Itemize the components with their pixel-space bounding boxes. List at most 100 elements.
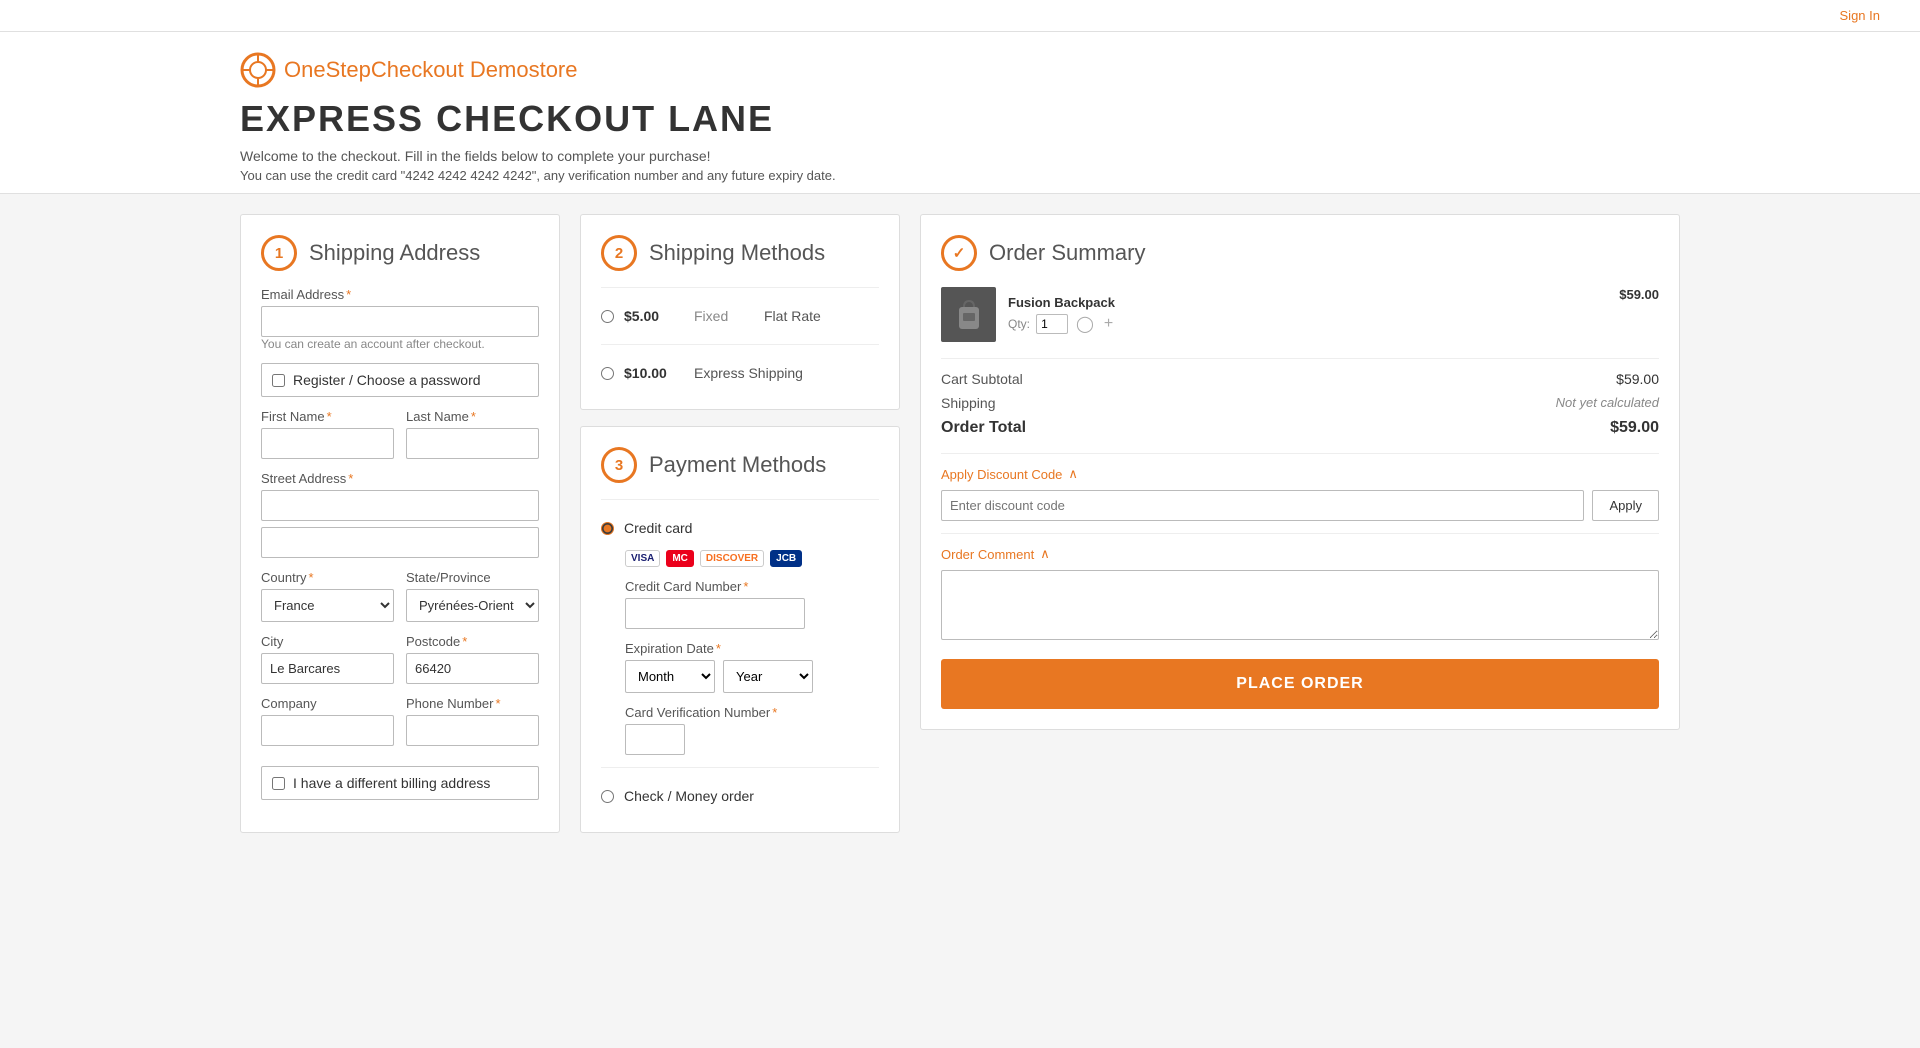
payment-radio-cc[interactable] xyxy=(601,522,614,535)
cvv-input[interactable] xyxy=(625,724,685,755)
payment-radio-check[interactable] xyxy=(601,790,614,803)
first-name-group: First Name* xyxy=(261,409,394,459)
shipping-address-card: 1 Shipping Address Email Address* You ca… xyxy=(240,214,560,833)
last-name-label: Last Name* xyxy=(406,409,539,424)
country-select[interactable]: France xyxy=(261,589,394,622)
place-order-button[interactable]: PLACE ORDER xyxy=(941,659,1659,709)
jcb-logo: JCB xyxy=(770,550,802,567)
cart-subtotal-label: Cart Subtotal xyxy=(941,371,1023,387)
register-checkbox-row[interactable]: Register / Choose a password xyxy=(261,363,539,397)
product-qty-row: Qty: ◯ + xyxy=(1008,314,1607,334)
shipping-address-title: Shipping Address xyxy=(309,240,480,266)
logo-icon xyxy=(240,52,276,88)
cart-subtotal-value: $59.00 xyxy=(1616,371,1659,387)
methods-column: 2 Shipping Methods $5.00 Fixed Flat Rate… xyxy=(580,214,900,849)
page-title: EXPRESS CHECKOUT LANE xyxy=(240,98,1680,140)
page-note: You can use the credit card "4242 4242 4… xyxy=(240,168,1680,183)
city-postcode-row: City Postcode* xyxy=(261,634,539,696)
qty-input[interactable] xyxy=(1036,314,1068,334)
city-group: City xyxy=(261,634,394,684)
shipping-option-flat[interactable]: $5.00 Fixed Flat Rate xyxy=(601,300,879,332)
product-image xyxy=(941,287,996,342)
product-row: Fusion Backpack Qty: ◯ + $59.00 xyxy=(941,287,1659,342)
postcode-label: Postcode* xyxy=(406,634,539,649)
order-total-label: Order Total xyxy=(941,419,1026,437)
month-select[interactable]: Month 010203 040506 070809 101112 xyxy=(625,660,715,693)
order-summary-card: ✓ Order Summary Fusion Backpack Qty: xyxy=(920,214,1680,730)
name-row: First Name* Last Name* xyxy=(261,409,539,471)
street-input-2[interactable] xyxy=(261,527,539,558)
order-summary-title: Order Summary xyxy=(989,240,1145,266)
first-name-input[interactable] xyxy=(261,428,394,459)
comment-section: Order Comment ∧ xyxy=(941,533,1659,643)
register-checkbox[interactable] xyxy=(272,374,285,387)
cc-number-input[interactable] xyxy=(625,598,805,629)
top-bar: Sign In xyxy=(0,0,1920,32)
billing-checkbox-row[interactable]: I have a different billing address xyxy=(261,766,539,800)
country-state-row: Country* France State/Province Pyrénées-… xyxy=(261,570,539,634)
discount-chevron-icon: ∧ xyxy=(1068,466,1078,482)
shipping-address-header: 1 Shipping Address xyxy=(261,235,539,271)
order-summary-column: ✓ Order Summary Fusion Backpack Qty: xyxy=(920,214,1680,730)
shipping-value: Not yet calculated xyxy=(1556,395,1659,411)
shipping-option-express[interactable]: $10.00 Express Shipping xyxy=(601,357,879,389)
discount-input[interactable] xyxy=(941,490,1584,521)
shipping-name-express: Express Shipping xyxy=(694,365,803,381)
shipping-label: Shipping xyxy=(941,395,996,411)
cc-logos-row: VISA MC DISCOVER JCB xyxy=(625,550,879,567)
credit-card-label: Credit card xyxy=(624,520,692,536)
product-price: $59.00 xyxy=(1619,287,1659,302)
year-select[interactable]: Year 202420252026 202720282029 2030 xyxy=(723,660,813,693)
apply-discount-button[interactable]: Apply xyxy=(1592,490,1659,521)
comment-toggle[interactable]: Order Comment ∧ xyxy=(941,546,1659,562)
visa-logo: VISA xyxy=(625,550,660,567)
order-total-value: $59.00 xyxy=(1610,419,1659,437)
product-name: Fusion Backpack xyxy=(1008,295,1607,310)
country-group: Country* France xyxy=(261,570,394,622)
main-content: 1 Shipping Address Email Address* You ca… xyxy=(0,194,1920,869)
city-input[interactable] xyxy=(261,653,394,684)
exp-date-label: Expiration Date* xyxy=(625,641,879,656)
phone-group: Phone Number* xyxy=(406,696,539,746)
phone-input[interactable] xyxy=(406,715,539,746)
qty-label: Qty: xyxy=(1008,317,1030,331)
sign-in-link[interactable]: Sign In xyxy=(1840,8,1880,23)
shipping-price-express: $10.00 xyxy=(624,365,684,381)
exp-row: Month 010203 040506 070809 101112 Year 2… xyxy=(625,660,879,693)
email-hint: You can create an account after checkout… xyxy=(261,337,539,351)
street-label: Street Address* xyxy=(261,471,539,486)
billing-checkbox[interactable] xyxy=(272,777,285,790)
shipping-radio-flat[interactable] xyxy=(601,310,614,323)
street-input-1[interactable] xyxy=(261,490,539,521)
company-input[interactable] xyxy=(261,715,394,746)
payment-option-check[interactable]: Check / Money order xyxy=(601,780,879,812)
last-name-input[interactable] xyxy=(406,428,539,459)
state-group: State/Province Pyrénées-Orientales xyxy=(406,570,539,622)
discount-toggle[interactable]: Apply Discount Code ∧ xyxy=(941,466,1659,482)
phone-label: Phone Number* xyxy=(406,696,539,711)
register-label: Register / Choose a password xyxy=(293,372,481,388)
street-group: Street Address* xyxy=(261,471,539,558)
qty-decrease-button[interactable]: ◯ xyxy=(1074,314,1096,334)
page-subtitle: Welcome to the checkout. Fill in the fie… xyxy=(240,148,1680,164)
qty-increase-button[interactable]: + xyxy=(1102,315,1115,333)
cvv-group: Card Verification Number* xyxy=(601,705,879,755)
shipping-radio-express[interactable] xyxy=(601,367,614,380)
discount-section: Apply Discount Code ∧ Apply xyxy=(941,453,1659,521)
exp-date-group: Expiration Date* Month 010203 040506 070… xyxy=(601,641,879,693)
payment-option-cc[interactable]: Credit card xyxy=(601,512,879,544)
state-select[interactable]: Pyrénées-Orientales xyxy=(406,589,539,622)
payment-methods-header: 3 Payment Methods xyxy=(601,447,879,483)
city-label: City xyxy=(261,634,394,649)
shipping-name-flat: Flat Rate xyxy=(764,308,821,324)
shipping-methods-title: Shipping Methods xyxy=(649,240,825,266)
postcode-input[interactable] xyxy=(406,653,539,684)
state-label: State/Province xyxy=(406,570,539,585)
payment-methods-card: 3 Payment Methods Credit card VISA MC DI… xyxy=(580,426,900,833)
step-2-badge: 2 xyxy=(601,235,637,271)
shipping-address-column: 1 Shipping Address Email Address* You ca… xyxy=(240,214,560,849)
payment-methods-title: Payment Methods xyxy=(649,452,826,478)
shipping-row: Shipping Not yet calculated xyxy=(941,395,1659,411)
order-comment-textarea[interactable] xyxy=(941,570,1659,640)
email-input[interactable] xyxy=(261,306,539,337)
